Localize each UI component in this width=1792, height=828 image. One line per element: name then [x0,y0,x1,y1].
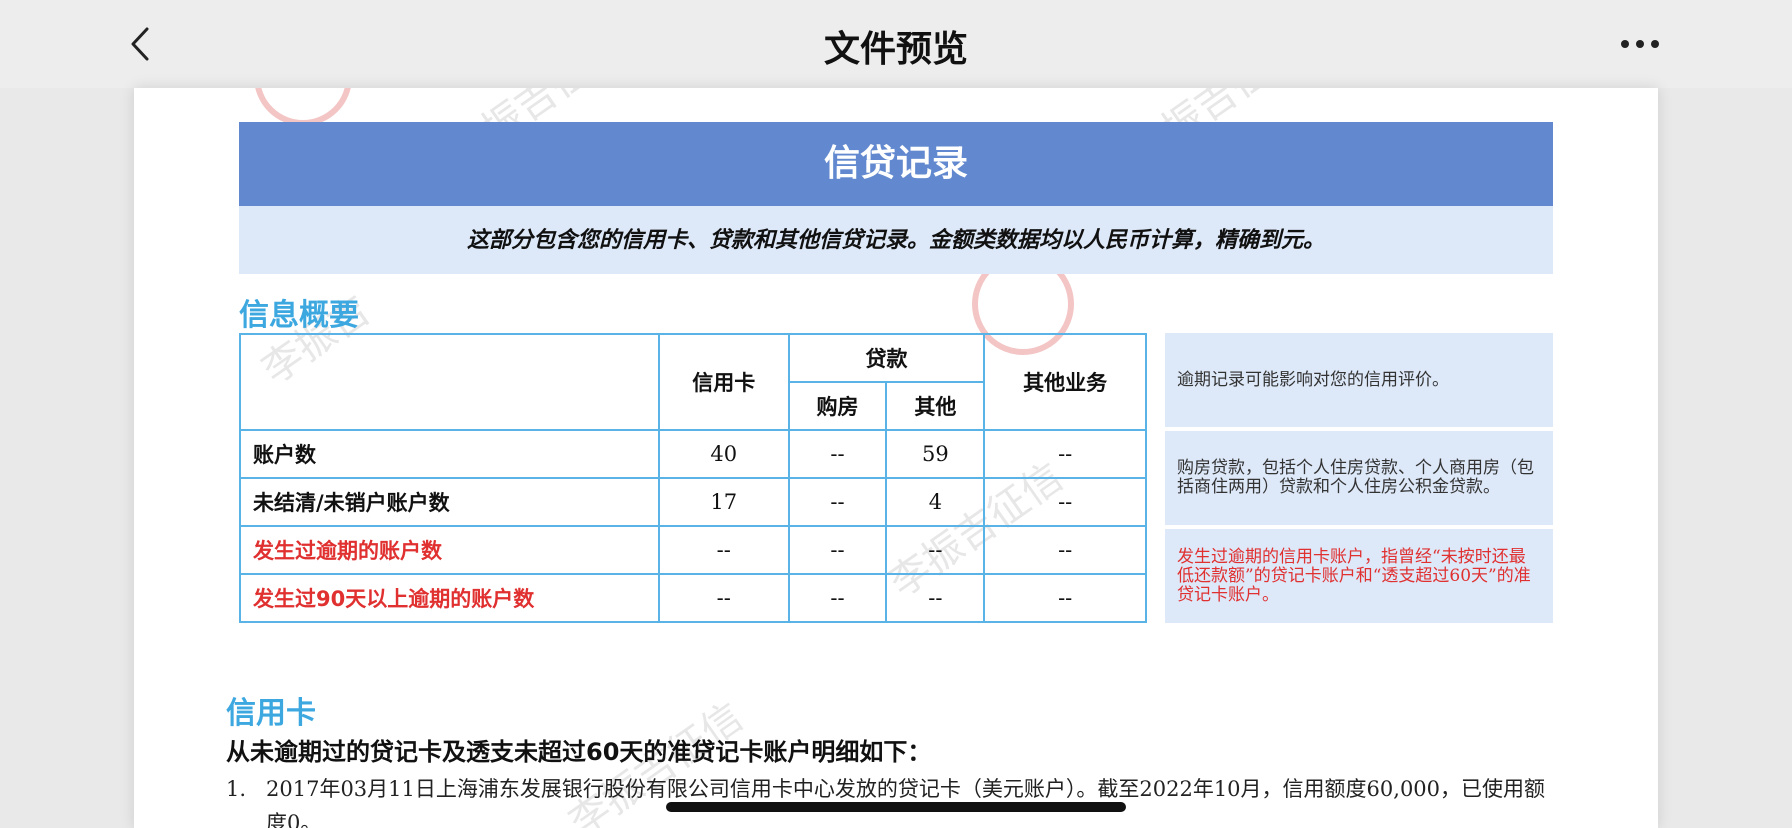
row-label: 未结清/未销户账户数 [239,477,660,527]
section-title-banner: 信贷记录 [239,122,1553,206]
home-indicator[interactable] [666,802,1126,812]
cell-housing: -- [787,477,888,527]
cell-other-business: -- [983,573,1147,623]
credit-card-heading: 信用卡 [226,696,316,731]
cell-other-business: -- [983,429,1147,479]
more-options-button[interactable] [1616,24,1664,64]
cell-other: -- [885,525,986,575]
cell-other: 4 [885,477,986,527]
cell-credit-card: 40 [657,429,790,479]
top-navigation-bar: 文件预览 [0,0,1792,88]
credit-summary-table: 信用卡 贷款 其他业务 购房 其他 账户数 40 -- 59 -- 未结清/未销… [239,333,1147,623]
cell-other: -- [885,573,986,623]
row-label: 发生过90天以上逾期的账户数 [239,573,660,623]
note-text: 逾期记录可能影响对您的信用评价。 [1177,369,1449,390]
cell-housing: -- [787,429,888,479]
cell-credit-card: 17 [657,477,790,527]
note-box: 购房贷款，包括个人住房贷款、个人商用房（包括商住两用）贷款和个人住房公积金贷款。 [1165,431,1553,525]
note-text: 购房贷款，包括个人住房贷款、个人商用房（包括商住两用）贷款和个人住房公积金贷款。 [1177,458,1534,497]
list-item-text: 2017年03月11日上海浦东发展银行股份有限公司信用卡中心发放的贷记卡（美元账… [266,777,1546,828]
cell-other: 59 [885,429,986,479]
header-housing: 购房 [787,381,888,431]
table-row: 发生过90天以上逾期的账户数 -- -- -- -- [239,573,1147,623]
cell-other-business: -- [983,525,1147,575]
table-row: 账户数 40 -- 59 -- [239,429,1147,479]
cell-credit-card: -- [657,525,790,575]
list-item-number: 1. [226,777,247,801]
table-row: 未结清/未销户账户数 17 -- 4 -- [239,477,1147,527]
cell-housing: -- [787,525,888,575]
summary-heading: 信息概要 [239,298,359,333]
row-label: 发生过逾期的账户数 [239,525,660,575]
more-horizontal-icon [1621,40,1659,48]
page-title: 文件预览 [823,29,968,70]
note-box: 逾期记录可能影响对您的信用评价。 [1165,333,1553,427]
header-loan: 贷款 [787,333,986,383]
header-other: 其他 [885,381,986,431]
note-box-alert: 发生过逾期的信用卡账户，指曾经“未按时还最低还款额”的贷记卡账户和“透支超过60… [1165,529,1553,623]
document-page[interactable]: 李振吉征信 李振吉征信 李振吉 李振吉征信 李振吉征信 信贷记录 这部分包含您的… [134,88,1658,828]
section-description: 这部分包含您的信用卡、贷款和其他信贷记录。金额类数据均以人民币计算，精确到元。 [239,206,1553,274]
notes-panel: 逾期记录可能影响对您的信用评价。 购房贷款，包括个人住房贷款、个人商用房（包括商… [1165,333,1553,627]
seal-stamp [254,88,352,126]
cell-housing: -- [787,573,888,623]
cell-other-business: -- [983,477,1147,527]
cell-credit-card: -- [657,573,790,623]
row-label: 账户数 [239,429,660,479]
table-corner-cell [239,333,660,431]
header-credit-card: 信用卡 [657,333,790,431]
header-other-business: 其他业务 [983,333,1147,431]
list-heading: 从未逾期过的贷记卡及透支未超过60天的准贷记卡账户明细如下： [226,738,932,766]
table-row: 发生过逾期的账户数 -- -- -- -- [239,525,1147,575]
note-text: 发生过逾期的信用卡账户，指曾经“未按时还最低还款额”的贷记卡账户和“透支超过60… [1177,546,1531,605]
